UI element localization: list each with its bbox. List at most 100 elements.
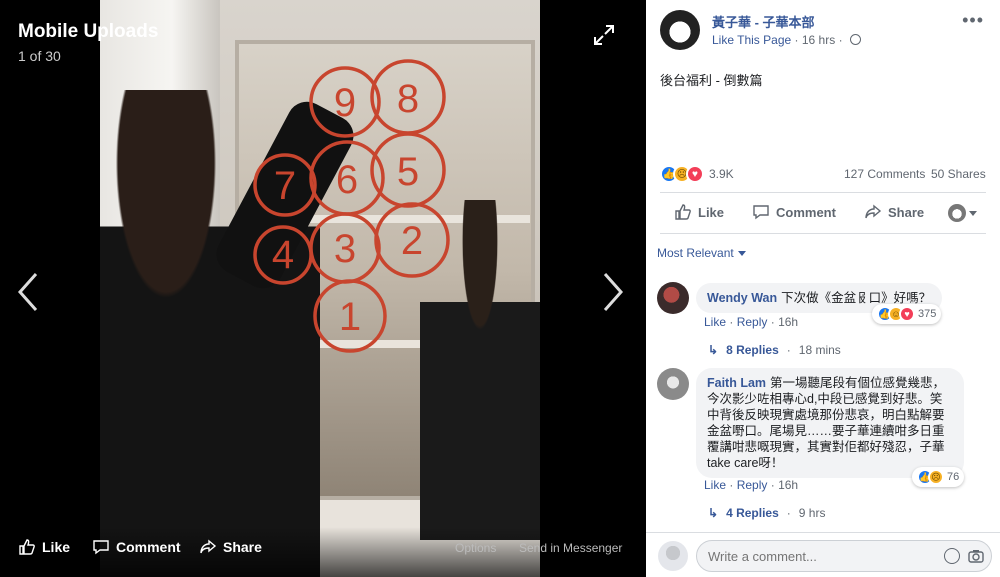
number-5: 5 (397, 150, 419, 194)
page-mini-avatar (948, 204, 966, 222)
send-in-messenger-link[interactable]: Send in Messenger (519, 541, 622, 555)
view-replies-link[interactable]: ↳ 8 Replies · 18 mins (708, 343, 841, 357)
comment-time[interactable]: 16h (778, 315, 798, 329)
comment-composer (646, 532, 1000, 577)
meta-separator: · (786, 506, 791, 520)
comment-like-link[interactable]: Like (704, 478, 726, 492)
photo-position: 1 of 30 (18, 48, 61, 64)
post-panel: 黃子華 - 子華本部 Like This Page · 16 hrs · •••… (646, 0, 1000, 577)
comment-reactions[interactable]: 👍 ☹ 76 (912, 467, 965, 487)
comment-meta: Like · Reply · 16h (704, 315, 798, 329)
photo-viewer: 8 9 6 5 7 3 4 2 1 Mobile Uploads 1 of 30… (0, 0, 646, 577)
love-reaction-icon: ♥ (686, 165, 704, 183)
comment-icon (753, 205, 769, 220)
sort-label: Most Relevant (657, 246, 734, 260)
comment-text-line: 第一場聽尾段有個位感覺幾悲， (770, 376, 946, 390)
reply-arrow-icon: ↳ (708, 506, 719, 520)
comment-time[interactable]: 16h (778, 478, 798, 492)
comment-like-link[interactable]: Like (704, 315, 726, 329)
camera-icon[interactable] (968, 548, 984, 564)
comment-author[interactable]: Faith Lam (707, 376, 766, 390)
number-8: 8 (397, 77, 419, 121)
shares-count[interactable]: 50 Shares (931, 167, 986, 181)
viewer-share-label: Share (223, 539, 262, 555)
viewer-comment-label: Comment (116, 539, 181, 555)
page-name[interactable]: 黃子華 - 子華本部 (712, 12, 815, 31)
number-6: 6 (336, 158, 358, 202)
comment-text-line: 中背後反映現實處境那份悲哀，明白點解要 (707, 408, 945, 422)
more-options-icon[interactable]: ••• (962, 10, 984, 31)
comment-text-line: 覆講咁悲嘅現實，其實對佢都好殘忍，子華 (707, 440, 945, 454)
meta-separator: · (838, 33, 846, 47)
replies-time: 9 hrs (798, 506, 826, 520)
comments-count[interactable]: 127 Comments (844, 167, 925, 181)
comment-text: 下次做《金盆𠬝口》好嗎？ (781, 291, 932, 305)
number-1: 1 (339, 295, 361, 339)
emoji-icon[interactable] (944, 548, 960, 564)
share-button[interactable]: Share (864, 203, 924, 221)
fullscreen-icon[interactable] (593, 24, 615, 46)
like-label: Like (698, 204, 725, 220)
comment-button[interactable]: Comment (752, 203, 836, 221)
lipstick-numbers: 8 9 6 5 7 3 4 2 1 (253, 59, 450, 353)
divider (660, 233, 986, 234)
next-arrow-icon[interactable] (597, 270, 627, 314)
reply-arrow-icon: ↳ (708, 343, 719, 357)
share-icon (200, 539, 217, 554)
love-reaction-icon: ♥ (899, 306, 915, 322)
post-meta: Like This Page · 16 hrs · (712, 33, 861, 47)
comment-bubble: Faith Lam 第一場聽尾段有個位感覺幾悲， 今次影少咗相專心d,中段已感覺到… (696, 368, 964, 478)
share-icon (865, 204, 882, 219)
meta-separator: · (729, 315, 737, 329)
number-7: 7 (274, 164, 296, 208)
replies-time: 18 mins (798, 343, 841, 357)
user-avatar (658, 541, 688, 571)
post-as-selector[interactable] (948, 204, 977, 222)
photo[interactable]: 8 9 6 5 7 3 4 2 1 (100, 0, 540, 577)
meta-separator: · (770, 315, 779, 329)
sad-reaction-icon: ☹ (928, 469, 944, 485)
viewer-like-button[interactable]: Like (18, 538, 70, 556)
like-button[interactable]: Like (674, 203, 724, 221)
commenter-avatar[interactable] (657, 282, 689, 314)
meta-separator: · (794, 33, 802, 47)
reactions-summary[interactable]: 👍 ☹ ♥ 3.9K (660, 165, 734, 183)
view-replies-link[interactable]: ↳ 4 Replies · 9 hrs (708, 506, 825, 520)
meta-separator: · (729, 478, 737, 492)
chevron-down-icon (969, 210, 977, 216)
options-link[interactable]: Options (455, 541, 496, 555)
globe-icon (849, 34, 861, 45)
reactions-count: 3.9K (709, 167, 734, 181)
previous-arrow-icon[interactable] (14, 270, 44, 314)
thumbs-up-icon (19, 539, 35, 555)
comment-reaction-count: 76 (947, 471, 960, 483)
comment-reply-link[interactable]: Reply (737, 478, 768, 492)
comment-sort-dropdown[interactable]: Most Relevant (657, 246, 746, 260)
comment-reactions[interactable]: 👍 ☺ ♥ 375 (872, 304, 942, 324)
replies-count: 4 Replies (726, 506, 779, 520)
comment-icon (93, 540, 109, 555)
meta-separator: · (770, 478, 779, 492)
post-time[interactable]: 16 hrs (802, 33, 835, 47)
number-9: 9 (334, 81, 356, 125)
replies-count: 8 Replies (726, 343, 779, 357)
comment-reply-link[interactable]: Reply (737, 315, 768, 329)
number-3: 3 (334, 227, 356, 271)
like-page-link[interactable]: Like This Page (712, 33, 791, 47)
thumbs-up-icon (675, 204, 691, 220)
viewer-comment-button[interactable]: Comment (92, 538, 181, 556)
comment-text-line: 金盆嘢口。尾場見……要子華連續咁多日重 (707, 424, 945, 438)
post-text: 後台福利 - 倒數篇 (660, 73, 763, 88)
divider (660, 192, 986, 193)
comment-author[interactable]: Wendy Wan (707, 291, 777, 305)
viewer-share-button[interactable]: Share (199, 538, 262, 556)
meta-separator: · (786, 343, 791, 357)
page-avatar[interactable] (660, 10, 700, 50)
album-title[interactable]: Mobile Uploads (18, 21, 158, 43)
comment-reaction-count: 375 (918, 308, 937, 320)
comment-label: Comment (776, 204, 836, 220)
number-4: 4 (272, 233, 294, 277)
commenter-avatar[interactable] (657, 368, 689, 400)
viewer-like-label: Like (42, 539, 71, 555)
number-2: 2 (401, 219, 423, 263)
